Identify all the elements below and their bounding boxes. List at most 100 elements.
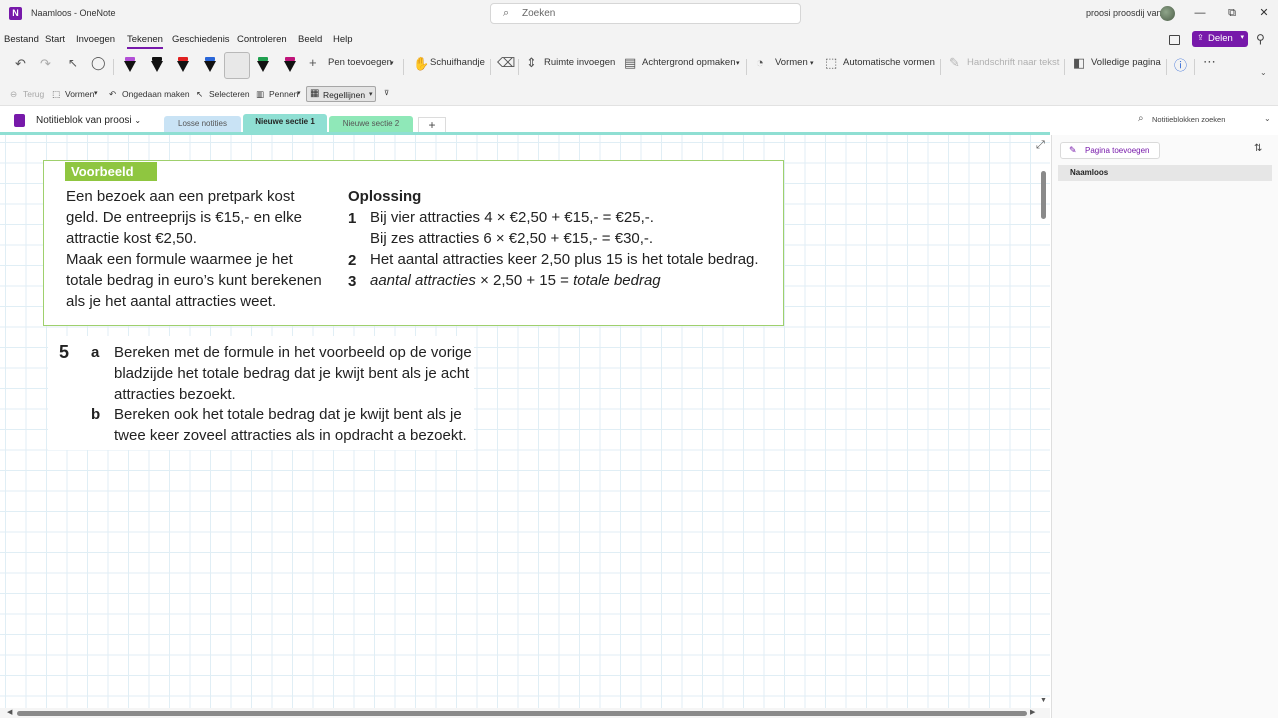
notebook-selector[interactable]: Notitieblok van proosi ⌄ <box>36 115 141 126</box>
menu-bestand[interactable]: Bestand <box>4 34 39 45</box>
insert-space-button[interactable]: Ruimte invoegen <box>544 57 615 68</box>
shapes-button[interactable]: Vormen <box>775 57 808 68</box>
auto-shapes-button[interactable]: Automatische vormen <box>843 57 935 68</box>
minimize-button[interactable]: — <box>1189 4 1211 22</box>
ruled-lines-button[interactable]: ▦ Regellijnen ▾ <box>306 86 376 102</box>
add-pen-button[interactable]: Pen toevoegen <box>328 57 392 68</box>
scroll-down-icon[interactable]: ▼ <box>1040 697 1047 704</box>
formula-var: aantal attracties <box>370 272 476 289</box>
chevron-down-icon: ⌄ <box>134 116 142 125</box>
example-image[interactable]: Voorbeeld Een bezoek aan een pretpark ko… <box>43 160 784 326</box>
hand-tool-button[interactable]: Schuifhandje <box>430 57 485 68</box>
qat-pens-button[interactable]: Pennen <box>269 89 298 99</box>
solution-line: Bij zes attracties 6 × €2,50 + €15,- = €… <box>370 230 654 247</box>
chevron-down-icon[interactable]: ▾ <box>1240 33 1244 41</box>
horizontal-scrollbar[interactable] <box>17 711 1027 716</box>
hand-icon: ✋ <box>413 56 430 71</box>
back-icon: ⊖ <box>10 89 18 99</box>
scroll-left-icon[interactable]: ◀ <box>7 708 12 716</box>
title-bar: N Naamloos - OneNote ⌕ Zoeken proosi pro… <box>0 0 1278 28</box>
chevron-down-icon[interactable]: ⌄ <box>1264 114 1271 123</box>
exercise-line: attracties bezoekt. <box>114 386 236 403</box>
ribbon: ↶ ↷ ↖ ◯ + Pen toevoegen ▾ ✋ Schuifhandje… <box>0 50 1278 82</box>
exercise-line: twee keer zoveel attracties als in opdra… <box>114 427 467 444</box>
share-button[interactable]: ⇪ Delen ▾ <box>1192 31 1248 47</box>
search-notebooks-field[interactable]: Notitieblokken zoeken <box>1152 115 1225 124</box>
lasso-icon[interactable]: ◯ <box>91 55 106 71</box>
help-icon[interactable]: ⓘ <box>1174 55 1187 74</box>
tab-nieuwe-sectie-1[interactable]: Nieuwe sectie 1 <box>243 114 327 133</box>
user-name[interactable]: proosi proosdij van <box>1086 8 1162 18</box>
chevron-down-icon[interactable]: ▾ <box>369 90 373 98</box>
restore-button[interactable]: ⧉ <box>1221 4 1243 22</box>
full-page-icon: ◧ <box>1073 55 1086 70</box>
close-button[interactable]: ✕ <box>1253 4 1275 22</box>
chevron-down-icon[interactable]: ▾ <box>810 59 814 67</box>
pen-red[interactable] <box>176 54 190 76</box>
formula-result: totale bedrag <box>573 272 661 289</box>
solution-line: Het aantal attracties keer 2,50 plus 15 … <box>370 251 759 268</box>
menu-controleren[interactable]: Controleren <box>237 34 287 45</box>
pen-green[interactable] <box>256 54 270 76</box>
menu-bar: Bestand Start Invoegen Tekenen Geschiede… <box>0 28 1278 50</box>
page-title: Naamloos <box>1070 168 1109 177</box>
onenote-logo-icon: N <box>9 7 22 20</box>
scroll-right-icon[interactable]: ▶ <box>1030 708 1035 716</box>
select-icon: ↖ <box>196 89 204 99</box>
question-line: geld. De entreeprijs is €15,- en elke <box>66 209 302 226</box>
part-label: b <box>91 406 101 423</box>
chevron-down-icon[interactable]: ▾ <box>94 89 98 97</box>
activity-icon[interactable]: ⚲ <box>1256 32 1265 46</box>
search-icon: ⌕ <box>1138 113 1144 124</box>
tab-nieuwe-sectie-2[interactable]: Nieuwe sectie 2 <box>329 116 413 132</box>
more-options-icon[interactable]: ⋯ <box>1203 54 1216 70</box>
add-section-button[interactable]: + <box>418 117 446 132</box>
solution-number: 1 <box>348 210 357 227</box>
customize-qat-icon[interactable]: ⊽ <box>384 89 389 97</box>
add-pen-icon: + <box>309 55 317 70</box>
solution-formula: aantal attracties × 2,50 + 15 = totale b… <box>370 271 661 292</box>
back-button[interactable]: Terug <box>23 89 44 99</box>
menu-tekenen[interactable]: Tekenen <box>127 34 163 49</box>
chevron-down-icon[interactable]: ▾ <box>390 59 394 67</box>
exercise-line: Bereken ook het totale bedrag dat je kwi… <box>114 406 462 423</box>
full-page-button[interactable]: Volledige pagina <box>1091 57 1161 68</box>
solution-title: Oplossing <box>348 188 422 205</box>
menu-beeld[interactable]: Beeld <box>298 34 322 45</box>
menu-start[interactable]: Start <box>45 34 65 45</box>
chevron-down-icon[interactable]: ⌄ <box>1260 68 1267 77</box>
redo-icon[interactable]: ↷ <box>40 56 51 72</box>
pen-blue[interactable] <box>203 54 217 76</box>
vertical-scrollbar[interactable] <box>1041 171 1046 219</box>
pen-black[interactable] <box>150 54 164 76</box>
chevron-down-icon[interactable]: ▾ <box>297 89 301 97</box>
menu-invoegen[interactable]: Invoegen <box>76 34 115 45</box>
menu-geschiedenis[interactable]: Geschiedenis <box>172 34 230 45</box>
sort-icon[interactable]: ⇅ <box>1254 143 1262 154</box>
tab-losse-notities[interactable]: Losse notities <box>164 116 241 132</box>
eraser-icon[interactable]: ⌫ <box>497 55 515 71</box>
qat-select-button[interactable]: Selecteren <box>209 89 250 99</box>
chevron-down-icon[interactable]: ▾ <box>736 59 740 67</box>
solution-number: 2 <box>348 252 357 269</box>
notebooks-icon[interactable] <box>1169 35 1180 45</box>
background-icon: ▤ <box>624 55 637 70</box>
pen-magenta[interactable] <box>283 54 297 76</box>
expand-icon[interactable]: ⤢ <box>1036 139 1045 152</box>
qat-shapes-button[interactable]: Vormen <box>65 89 94 99</box>
shapes-icon: ◔ <box>756 55 764 70</box>
qat-undo-button[interactable]: Ongedaan maken <box>122 89 190 99</box>
auto-shapes-icon: ⬚ <box>825 55 838 70</box>
ink-to-text-button[interactable]: Handschrift naar tekst <box>967 57 1059 68</box>
avatar[interactable] <box>1160 6 1175 21</box>
pen-purple-highlighter[interactable] <box>123 54 137 76</box>
search-box[interactable]: ⌕ Zoeken <box>490 3 801 24</box>
page-list-item[interactable]: Naamloos <box>1058 165 1272 181</box>
format-background-button[interactable]: Achtergrond opmaken <box>642 57 735 68</box>
add-page-button[interactable]: ✎ Pagina toevoegen <box>1060 142 1160 159</box>
undo-icon[interactable]: ↶ <box>15 56 26 72</box>
menu-help[interactable]: Help <box>333 34 353 45</box>
exercise-image[interactable]: 5 a Bereken met de formule in het voorbe… <box>48 336 474 450</box>
lasso-select-icon[interactable]: ↖ <box>68 56 78 70</box>
insert-space-icon: ⇕ <box>526 55 537 70</box>
